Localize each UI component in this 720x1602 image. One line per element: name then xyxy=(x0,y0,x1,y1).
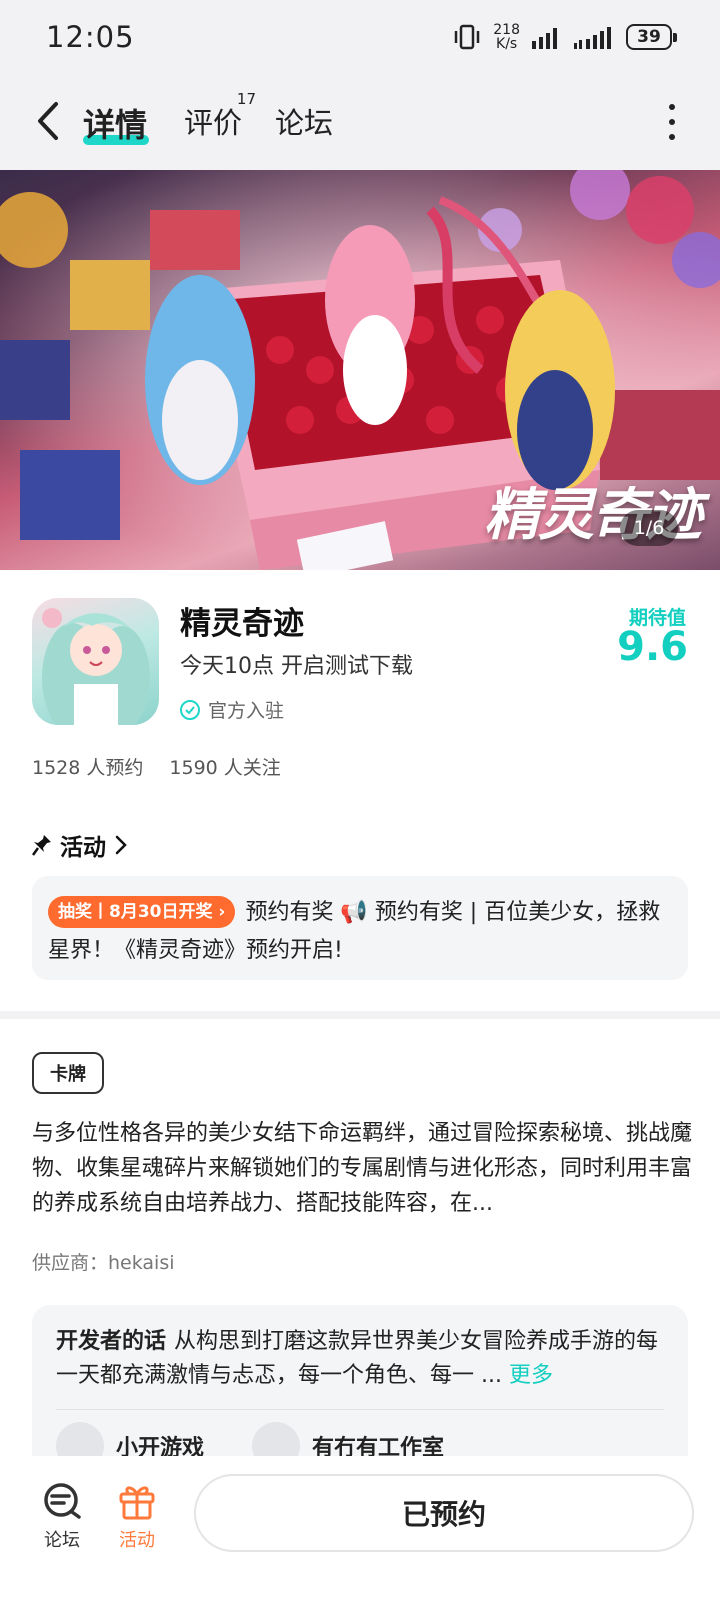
more-vertical-icon[interactable] xyxy=(666,104,678,140)
tab-reviews[interactable]: 评价 17 xyxy=(184,90,256,142)
net-speed-unit: K/s xyxy=(496,36,518,52)
banner-carousel[interactable]: 精灵奇迹 1/6 xyxy=(0,170,720,570)
developer-note: 开发者的话 从构思到打磨这款异世界美少女冒险养成手游的每一天都充满激情与忐忑，每一… xyxy=(56,1325,664,1393)
tab-details[interactable]: 详情 xyxy=(83,100,149,146)
lottery-tag[interactable]: 抽奖丨8月30日开奖 › xyxy=(48,896,236,928)
developer-note-heading: 开发者的话 xyxy=(56,1329,167,1354)
status-time: 12:05 xyxy=(46,20,135,54)
chevron-right-icon xyxy=(115,835,127,855)
bottom-action-bar: 论坛 活动 已预约 xyxy=(0,1456,720,1602)
reservation-count: 1528 人预约 xyxy=(32,757,144,779)
signal-icon xyxy=(532,28,557,49)
activity-title: 活动 xyxy=(60,835,106,861)
game-subtitle: 今天10点 开启测试下载 xyxy=(180,654,413,679)
follower-count: 1590 人关注 xyxy=(169,757,281,779)
game-description[interactable]: 与多位性格各异的美少女结下命运羁绊，通过冒险探索秘境、挑战魔物、收集星魂碎片来解… xyxy=(32,1116,692,1221)
tab-forum-label: 论坛 xyxy=(275,106,334,140)
battery-icon: 39 xyxy=(626,24,677,50)
bottom-forum-button[interactable]: 论坛 xyxy=(32,1482,92,1552)
game-icon-art xyxy=(42,608,150,725)
anticipation-score: 9.6 xyxy=(617,624,688,670)
status-icons: 218 K/s 39 xyxy=(453,22,677,52)
back-button[interactable] xyxy=(28,96,68,146)
activity-section-header[interactable]: 活动 xyxy=(32,828,128,862)
vibrate-icon xyxy=(455,24,480,50)
activity-card[interactable]: 抽奖丨8月30日开奖 › 预约有奖 📢 预约有奖 | 百位美少女，拯救星界！《精灵… xyxy=(32,876,688,980)
banner-pager: 1/6 xyxy=(620,510,678,546)
net-speed: 218 K/s xyxy=(493,23,520,51)
bottom-activity-label: 活动 xyxy=(119,1530,155,1551)
developer-note-more-link[interactable]: 更多 xyxy=(509,1363,553,1388)
pin-icon xyxy=(32,835,51,856)
game-detail-page: 12:05 218 K/s 39 详情 评价 17 论坛 精灵奇迹 1/6 精灵… xyxy=(0,0,720,1602)
top-nav: 详情 评价 17 论坛 xyxy=(0,78,720,170)
reviews-count-badge: 17 xyxy=(236,90,257,108)
check-circle-icon xyxy=(180,699,200,720)
reserved-button[interactable]: 已预约 xyxy=(194,1474,694,1552)
status-bar: 12:05 218 K/s 39 xyxy=(0,0,720,78)
official-label: 官方入驻 xyxy=(208,700,285,722)
game-title: 精灵奇迹 xyxy=(180,606,304,642)
forum-chat-icon xyxy=(44,1483,81,1519)
game-stats: 1528 人预约 1590 人关注 xyxy=(32,753,281,780)
supplier-label: 供应商：hekaisi xyxy=(32,1252,175,1274)
genre-tag[interactable]: 卡牌 xyxy=(32,1052,104,1094)
bottom-activity-button[interactable]: 活动 xyxy=(107,1482,167,1552)
tab-forum[interactable]: 论坛 xyxy=(275,100,333,142)
lottery-tag-label: 抽奖丨8月30日开奖 xyxy=(58,902,213,922)
back-arrow-icon xyxy=(38,102,58,140)
tab-details-label: 详情 xyxy=(83,106,148,144)
gift-icon xyxy=(119,1486,155,1520)
game-icon xyxy=(32,598,159,725)
tab-reviews-label: 评价 xyxy=(184,106,243,140)
signal-icon-2 xyxy=(574,27,611,49)
developer-divider xyxy=(56,1409,664,1410)
official-badge: 官方入驻 xyxy=(180,696,284,723)
section-divider xyxy=(0,1011,720,1019)
bottom-forum-label: 论坛 xyxy=(44,1530,80,1551)
net-speed-value: 218 xyxy=(493,22,520,38)
